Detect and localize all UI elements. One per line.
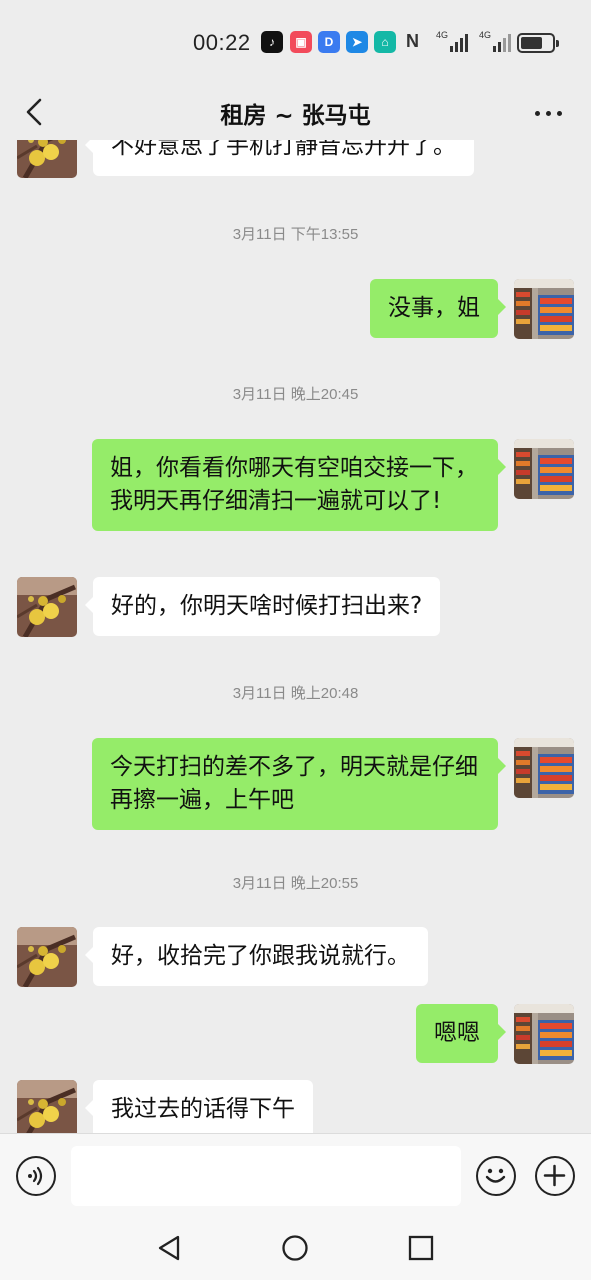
incoming-message[interactable]: 好，收拾完了你跟我说就行。 xyxy=(85,927,428,986)
chat-title: 租房 ~ 张马屯 xyxy=(220,103,371,129)
more-actions-button[interactable] xyxy=(535,1156,575,1196)
voice-button[interactable] xyxy=(16,1156,56,1196)
my-avatar[interactable] xyxy=(514,439,574,499)
more-dot-icon xyxy=(556,110,562,116)
outgoing-message[interactable]: 姐，你看看你哪天有空咱交接一下，我明天再仔细清扫一遍就可以了! xyxy=(92,439,506,531)
outgoing-message[interactable]: 今天打扫的差不多了，明天就是仔细再擦一遍，上午吧 xyxy=(92,738,506,830)
message-timestamp: 3月11日 晚上20:45 xyxy=(232,386,359,403)
nav-recents-icon[interactable] xyxy=(407,1234,435,1262)
input-bar xyxy=(0,1133,591,1217)
contact-avatar[interactable] xyxy=(17,140,77,178)
status-bar: 00:22 ♪ ▣ D ➤ ⌂ N 4G 4G xyxy=(0,0,591,84)
contact-avatar[interactable] xyxy=(17,1080,77,1133)
tiktok-icon: ♪ xyxy=(261,31,283,53)
my-avatar[interactable] xyxy=(514,279,574,339)
nav-home-icon[interactable] xyxy=(281,1234,309,1262)
more-dot-icon xyxy=(545,110,551,116)
more-options-button[interactable] xyxy=(528,98,568,128)
chat-header: 租房 ~ 张马屯 xyxy=(0,84,591,140)
signal-icon-1: 4G xyxy=(436,30,472,52)
chat-messages[interactable]: 不好意思了手机打静音忘开开了。 3月11日 下午13:55 没事，姐 3月11日… xyxy=(0,140,591,1133)
incoming-message[interactable]: 我过去的话得下午 xyxy=(85,1080,313,1133)
blue-arrow-app-icon: ➤ xyxy=(346,31,368,53)
signal-icon-2: 4G xyxy=(479,30,515,52)
blue-d-app-icon: D xyxy=(318,31,340,53)
message-timestamp: 3月11日 晚上20:48 xyxy=(232,685,359,702)
emoji-button[interactable] xyxy=(476,1156,516,1196)
battery-icon xyxy=(517,33,559,53)
red-app-icon: ▣ xyxy=(290,31,312,53)
nav-back-icon[interactable] xyxy=(156,1234,184,1262)
my-avatar[interactable] xyxy=(514,738,574,798)
home-app-icon: ⌂ xyxy=(374,31,396,53)
contact-avatar[interactable] xyxy=(17,927,77,987)
incoming-message[interactable]: 好的，你明天啥时候打扫出来? xyxy=(84,577,441,636)
voice-wave-icon xyxy=(28,1166,43,1186)
nfc-icon: N xyxy=(406,31,419,51)
more-dot-icon xyxy=(534,110,540,116)
outgoing-message[interactable]: 嗯嗯 xyxy=(416,1004,506,1063)
outgoing-message[interactable]: 没事，姐 xyxy=(370,279,506,338)
system-navigation-bar xyxy=(0,1217,591,1280)
status-time: 00:22 xyxy=(193,30,251,55)
smiley-icon xyxy=(485,1168,506,1183)
incoming-message[interactable]: 不好意思了手机打静音忘开开了。 xyxy=(85,140,474,176)
message-timestamp: 3月11日 下午13:55 xyxy=(232,226,359,243)
my-avatar[interactable] xyxy=(514,1004,574,1064)
plus-icon xyxy=(543,1164,566,1187)
message-input[interactable] xyxy=(71,1146,461,1206)
contact-avatar[interactable] xyxy=(17,577,77,637)
message-timestamp: 3月11日 晚上20:55 xyxy=(232,875,359,892)
